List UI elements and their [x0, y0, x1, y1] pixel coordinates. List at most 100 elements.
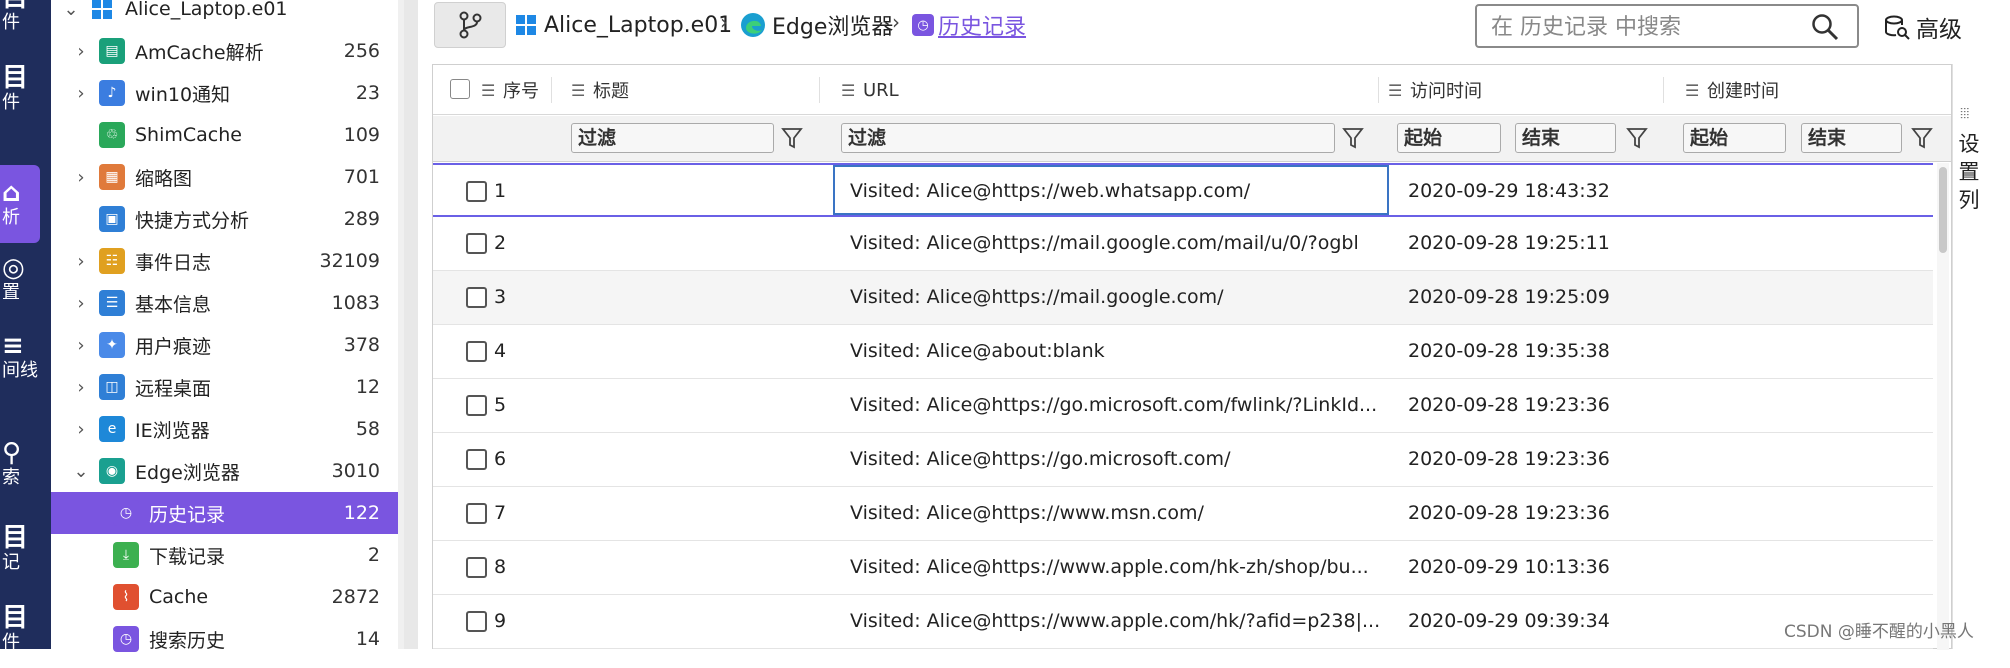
- tree-root[interactable]: ⌄ Alice_Laptop.e01: [51, 0, 398, 30]
- filter-funnel-icon[interactable]: [1342, 126, 1364, 150]
- table-scrollbar[interactable]: [1937, 163, 1949, 650]
- select-all-checkbox[interactable]: [450, 79, 470, 99]
- column-menu-icon[interactable]: ☰: [1685, 81, 1699, 100]
- branch-toggle-button[interactable]: [434, 2, 506, 48]
- tree-item[interactable]: ⌇ Cache 2872: [51, 576, 398, 618]
- row-checkbox[interactable]: [466, 449, 487, 470]
- table-row[interactable]: 3 Visited: Alice@https://mail.google.com/…: [433, 271, 1933, 325]
- breadcrumb-item-browser[interactable]: Edge浏览器: [740, 10, 893, 40]
- column-divider[interactable]: [1378, 77, 1379, 103]
- row-checkbox[interactable]: [466, 341, 487, 362]
- table-row[interactable]: 2 Visited: Alice@https://mail.google.com/…: [433, 217, 1933, 271]
- tree-item[interactable]: › ☰ 基本信息 1083: [51, 282, 398, 324]
- tree-item[interactable]: › ◫ 远程桌面 12: [51, 366, 398, 408]
- tree-item[interactable]: › ✦ 用户痕迹 378: [51, 324, 398, 366]
- table-row[interactable]: 7 Visited: Alice@https://www.msn.com/2020…: [433, 487, 1933, 541]
- visit-end-input[interactable]: [1515, 123, 1616, 153]
- column-menu-icon[interactable]: ☰: [841, 81, 855, 100]
- tree-item[interactable]: ⌄ ◉ Edge浏览器 3010: [51, 450, 398, 492]
- tree-item[interactable]: ◷ 历史记录 122: [51, 492, 398, 534]
- rail-item[interactable]: ◎ 置: [0, 240, 51, 318]
- row-checkbox[interactable]: [466, 287, 487, 308]
- tree-item[interactable]: › ☷ 事件日志 32109: [51, 240, 398, 282]
- chevron-right-icon[interactable]: ›: [73, 83, 89, 104]
- row-url: Visited: Alice@https://www.apple.com/hk/…: [850, 610, 1381, 632]
- tree-item[interactable]: › ▦ 缩略图 701: [51, 156, 398, 198]
- column-menu-icon[interactable]: ☰: [571, 81, 585, 100]
- chevron-right-icon[interactable]: ›: [73, 251, 89, 272]
- chevron-down-icon[interactable]: ⌄: [73, 461, 89, 482]
- create-start-input[interactable]: [1683, 123, 1786, 153]
- table-row[interactable]: 6 Visited: Alice@https://go.microsoft.com…: [433, 433, 1933, 487]
- tree-item[interactable]: › ▤ AmCache解析 256: [51, 30, 398, 72]
- search-icon[interactable]: [1811, 13, 1839, 41]
- column-header-created-time[interactable]: ☰ 创建时间: [1685, 65, 1779, 115]
- edge-browser-icon: [741, 13, 765, 37]
- chevron-right-icon[interactable]: ›: [73, 167, 89, 188]
- tree-item-count: 12: [355, 376, 380, 398]
- column-menu-icon[interactable]: ☰: [481, 81, 495, 100]
- scrollbar-thumb[interactable]: [1939, 167, 1947, 253]
- column-header-index[interactable]: ☰ 序号: [481, 65, 539, 115]
- tree-item[interactable]: › ♪ win10通知 23: [51, 72, 398, 114]
- column-menu-icon[interactable]: ☰: [1388, 81, 1402, 100]
- focused-cell-outline: [833, 165, 1389, 215]
- row-checkbox[interactable]: [466, 395, 487, 416]
- row-checkbox[interactable]: [466, 181, 487, 202]
- create-end-input[interactable]: [1801, 123, 1902, 153]
- table-row[interactable]: 5 Visited: Alice@https://go.microsoft.com…: [433, 379, 1933, 433]
- breadcrumb-item-history[interactable]: ◷ 历史记录: [912, 10, 1026, 40]
- column-divider[interactable]: [1663, 77, 1664, 103]
- table-row[interactable]: 1 Visited: Alice@https://web.whatsapp.com…: [433, 163, 1933, 217]
- shortcut-folder-icon: ▣: [99, 206, 125, 232]
- filter-funnel-icon[interactable]: [1911, 126, 1933, 150]
- visit-start-input[interactable]: [1397, 123, 1501, 153]
- panel-splitter[interactable]: [404, 0, 418, 649]
- filter-funnel-icon[interactable]: [1626, 126, 1648, 150]
- table-row[interactable]: 9 Visited: Alice@https://www.apple.com/hk…: [433, 595, 1933, 649]
- history-icon: ◷: [113, 500, 139, 526]
- column-header-url[interactable]: ☰ URL: [841, 65, 899, 115]
- search-input[interactable]: [1491, 12, 1811, 42]
- chevron-right-icon[interactable]: ›: [73, 293, 89, 314]
- rail-item[interactable]: 目记: [0, 510, 51, 588]
- row-visit-time: 2020-09-28 19:35:38: [1408, 340, 1610, 362]
- tree-item[interactable]: ◷ 搜索历史 14: [51, 618, 398, 660]
- breadcrumb-item-device[interactable]: Alice_Laptop.e01: [516, 10, 732, 40]
- chevron-right-icon[interactable]: ›: [73, 377, 89, 398]
- column-divider[interactable]: [551, 77, 552, 103]
- filter-funnel-icon[interactable]: [781, 126, 803, 150]
- chevron-right-icon[interactable]: ›: [73, 41, 89, 62]
- title-filter-input[interactable]: [571, 123, 774, 153]
- url-filter-input[interactable]: [841, 123, 1335, 153]
- row-index: 8: [494, 556, 507, 578]
- amcache-icon: ▤: [99, 38, 125, 64]
- row-index: 2: [494, 232, 507, 254]
- tree-item[interactable]: ♲ ShimCache 109: [51, 114, 398, 156]
- chevron-down-icon[interactable]: ⌄: [63, 0, 79, 20]
- tree-item-count: 378: [343, 334, 380, 356]
- rail-item[interactable]: ⚲ 索: [0, 425, 51, 503]
- rail-item[interactable]: ≡ 间线: [0, 318, 51, 396]
- rail-item[interactable]: 目件: [0, 50, 51, 128]
- row-checkbox[interactable]: [466, 557, 487, 578]
- chevron-right-icon[interactable]: ›: [73, 335, 89, 356]
- column-header-visit-time[interactable]: ☰ 访问时间: [1388, 65, 1482, 115]
- chevron-right-icon[interactable]: ›: [73, 419, 89, 440]
- rail-item[interactable]: ⌂ 析: [0, 165, 40, 243]
- row-checkbox[interactable]: [466, 233, 487, 254]
- column-settings-panel[interactable]: ⦙⦙⦙ 设置列: [1952, 64, 1984, 649]
- table-row[interactable]: 4 Visited: Alice@about:blank 2020-09-28 19…: [433, 325, 1933, 379]
- rail-item[interactable]: 目件: [0, 0, 51, 48]
- row-checkbox[interactable]: [466, 503, 487, 524]
- column-header-title[interactable]: ☰ 标题: [571, 65, 629, 115]
- row-checkbox[interactable]: [466, 611, 487, 632]
- table-row[interactable]: 8 Visited: Alice@https://www.apple.com/hk…: [433, 541, 1933, 595]
- row-url: Visited: Alice@https://go.microsoft.com/: [850, 448, 1231, 470]
- tree-item[interactable]: ▣ 快捷方式分析 289: [51, 198, 398, 240]
- tree-item[interactable]: ⤓ 下载记录 2: [51, 534, 398, 576]
- tree-item[interactable]: › e IE浏览器 58: [51, 408, 398, 450]
- rail-item[interactable]: 目件: [0, 590, 51, 668]
- column-divider[interactable]: [819, 77, 820, 103]
- advanced-search-button[interactable]: 高级: [1884, 10, 1962, 44]
